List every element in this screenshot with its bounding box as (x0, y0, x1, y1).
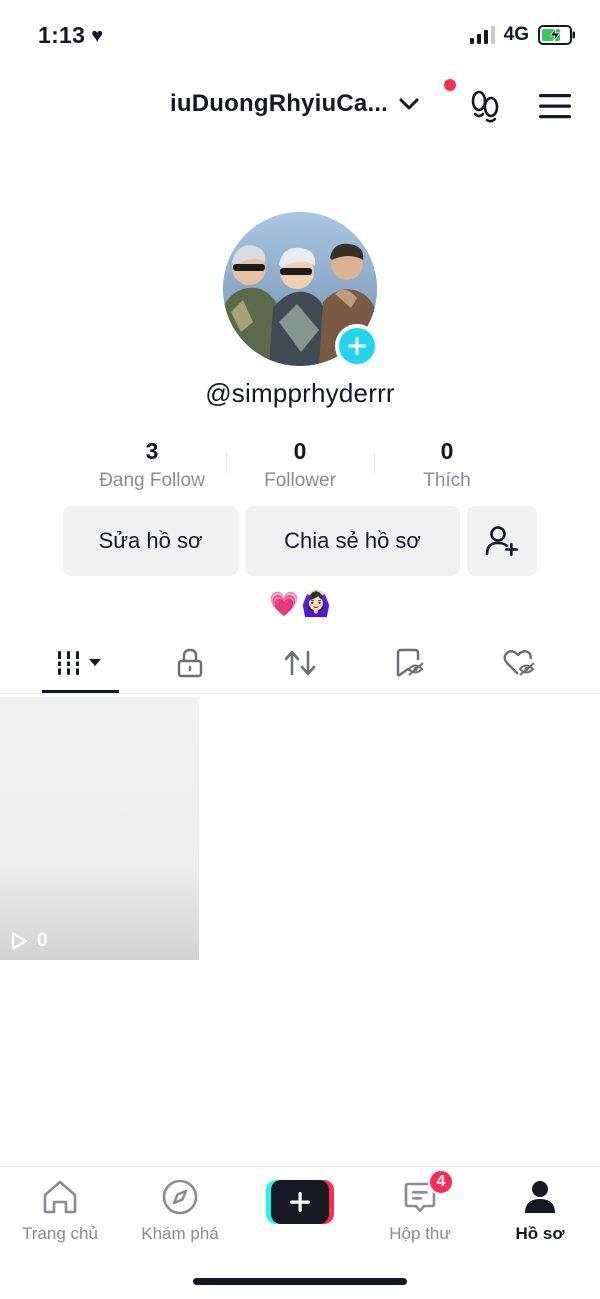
nav-profile[interactable]: Hồ sơ (480, 1177, 600, 1243)
tab-private[interactable] (135, 634, 245, 692)
profile-views-button[interactable] (466, 88, 504, 126)
hamburger-menu-icon (539, 94, 571, 119)
nav-explore[interactable]: Khám phá (120, 1177, 240, 1243)
bio-emoji-heart: 💗 (269, 591, 299, 618)
profile-handle: @simpprhyderrr (205, 378, 395, 408)
play-icon (11, 932, 28, 950)
nav-home-label: Trang chủ (22, 1224, 98, 1243)
inbox-badge: 4 (428, 1169, 454, 1195)
lock-icon (177, 648, 203, 678)
plus-icon (348, 337, 366, 355)
view-count-value: 0 (37, 930, 48, 951)
stat-followers-label: Follower (264, 470, 336, 491)
stat-following[interactable]: 3 Đang Follow (77, 438, 227, 492)
nav-inbox[interactable]: Hộp thư (360, 1177, 480, 1243)
profile-bio: 💗 🙆🏻‍♀️ (0, 590, 600, 624)
hidden-bookmark-icon (396, 648, 424, 677)
notification-dot (444, 79, 456, 91)
status-indicators: 4G (469, 24, 576, 46)
content-tabs (0, 634, 600, 694)
active-tab-indicator (42, 690, 119, 693)
plus-icon (271, 1180, 329, 1224)
avatar-container (223, 212, 379, 368)
stat-likes[interactable]: 0 Thích (372, 438, 522, 492)
share-profile-button[interactable]: Chia sẻ hồ sơ (245, 506, 460, 576)
footprints-icon (471, 90, 499, 123)
signal-icon (469, 26, 495, 44)
battery-icon (538, 25, 575, 45)
tab-videos[interactable] (25, 634, 135, 692)
profile-icon (520, 1177, 560, 1217)
status-time-text: 1:13 (38, 22, 86, 48)
chevron-down-icon (399, 98, 419, 110)
edit-profile-button[interactable]: Sửa hồ sơ (63, 506, 238, 576)
nav-inbox-label: Hộp thư (389, 1224, 451, 1243)
nav-explore-label: Khám phá (141, 1224, 219, 1243)
repost-icon (284, 650, 316, 676)
nav-home[interactable]: Trang chủ (0, 1177, 120, 1243)
tab-reposts[interactable] (245, 634, 355, 692)
stat-likes-label: Thích (423, 470, 471, 491)
add-avatar-button[interactable] (335, 324, 379, 368)
home-indicator (193, 1278, 407, 1285)
menu-button[interactable] (536, 90, 574, 122)
view-count: 0 (9, 930, 48, 952)
stat-following-label: Đang Follow (99, 470, 205, 491)
tab-saved[interactable] (355, 634, 465, 692)
bio-emoji-person: 🙆🏻‍♀️ (301, 591, 331, 618)
tab-liked[interactable] (465, 634, 575, 692)
account-switcher[interactable]: iuDuongRhyiuCa... (170, 90, 420, 118)
stat-likes-count: 0 (440, 438, 454, 464)
nav-profile-label: Hồ sơ (515, 1224, 565, 1243)
profile-actions: Sửa hồ sơ Chia sẻ hồ sơ (0, 506, 600, 576)
add-friends-button[interactable] (467, 506, 537, 576)
status-bar: 1:13 ♥ 4G (0, 0, 600, 70)
compass-icon (160, 1177, 200, 1217)
account-name: iuDuongRhyiuCa... (170, 90, 389, 117)
create-button[interactable] (266, 1180, 334, 1224)
grid-icon (56, 651, 101, 675)
stat-followers-count: 0 (293, 438, 307, 464)
stat-following-count: 3 (145, 438, 159, 464)
stat-followers[interactable]: 0 Follower (225, 438, 375, 492)
add-user-icon (485, 526, 518, 556)
network-type: 4G (503, 24, 529, 45)
heart-icon: ♥ (91, 24, 104, 47)
status-time: 1:13 ♥ (38, 22, 103, 49)
video-thumbnail[interactable]: 0 (0, 697, 199, 960)
profile-stats: 3 Đang Follow 0 Follower 0 Thích (0, 438, 600, 498)
top-bar: iuDuongRhyiuCa... (0, 70, 600, 142)
hidden-likes-icon (503, 650, 535, 676)
home-icon (40, 1177, 80, 1217)
